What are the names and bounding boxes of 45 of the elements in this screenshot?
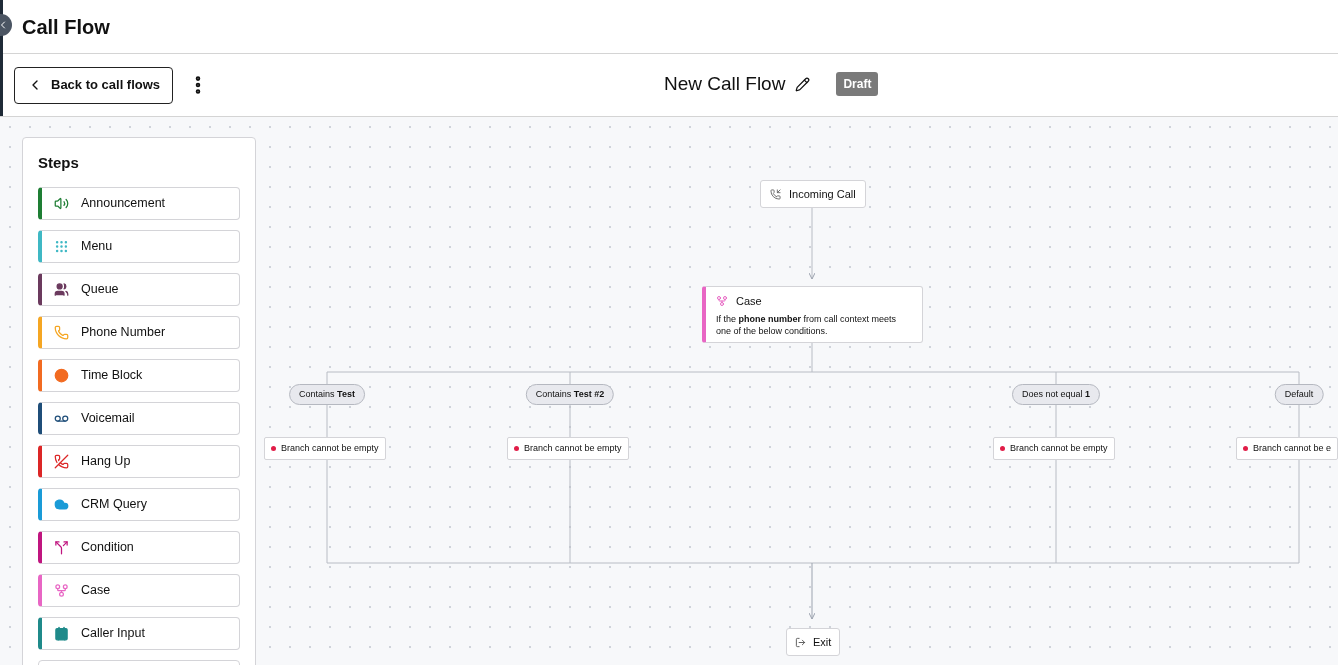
branch-label[interactable]: Contains Test (289, 384, 365, 405)
branch-label[interactable]: Default (1274, 384, 1324, 405)
exit-icon (795, 636, 806, 648)
case-icon (716, 295, 728, 308)
step-icon (54, 324, 69, 340)
step-item[interactable]: Menu (38, 229, 240, 263)
case-node[interactable]: Case If the phone number from call context meets one of the below conditions. (702, 286, 923, 343)
step-item[interactable]: Case (38, 573, 240, 607)
step-icon (54, 195, 69, 211)
page-title: Call Flow (22, 14, 110, 40)
step-item[interactable]: CRM Query (38, 487, 240, 521)
edit-icon[interactable] (795, 76, 811, 92)
node-label: Exit (813, 634, 832, 650)
error-message: Branch cannot be e (1236, 437, 1338, 460)
exit-node[interactable]: Exit (786, 628, 841, 656)
node-description: If the phone number from call context meets one of the below conditions. (716, 312, 898, 337)
step-icon (54, 453, 69, 469)
start-node[interactable]: Incoming Call (760, 180, 866, 208)
step-item[interactable]: Queue (38, 272, 240, 306)
step-item[interactable]: Announcement (38, 186, 240, 220)
step-icon (54, 539, 69, 555)
step-item[interactable]: Condition (38, 530, 240, 564)
step-icon (54, 496, 69, 512)
error-message: Branch cannot be empty (993, 437, 1115, 460)
step-icon (54, 625, 69, 641)
step-item[interactable]: Voicemail (38, 401, 240, 435)
branch-label[interactable]: Does not equal 1 (1011, 384, 1101, 405)
panel-title: Steps (38, 153, 80, 173)
error-message: Branch cannot be empty (507, 437, 629, 460)
error-message: Branch cannot be empty (264, 437, 386, 460)
step-item[interactable]: Caller Input (38, 616, 240, 650)
status-badge: Draft (836, 72, 879, 96)
step-item[interactable]: Phone Number (38, 315, 240, 349)
step-item[interactable]: Hang Up (38, 444, 240, 478)
node-label: Incoming Call (789, 186, 856, 202)
step-icon (54, 582, 69, 598)
step-icon (54, 238, 69, 254)
flow-name: New Call Flow (664, 71, 786, 96)
step-item[interactable]: Time Block (38, 358, 240, 392)
back-button[interactable]: Back to call flows (14, 66, 174, 104)
phone-icon (770, 188, 781, 200)
node-title: Case (736, 294, 762, 309)
step-icon (54, 367, 69, 383)
step-icon (54, 281, 69, 297)
branch-label[interactable]: Contains Test #2 (525, 384, 615, 405)
